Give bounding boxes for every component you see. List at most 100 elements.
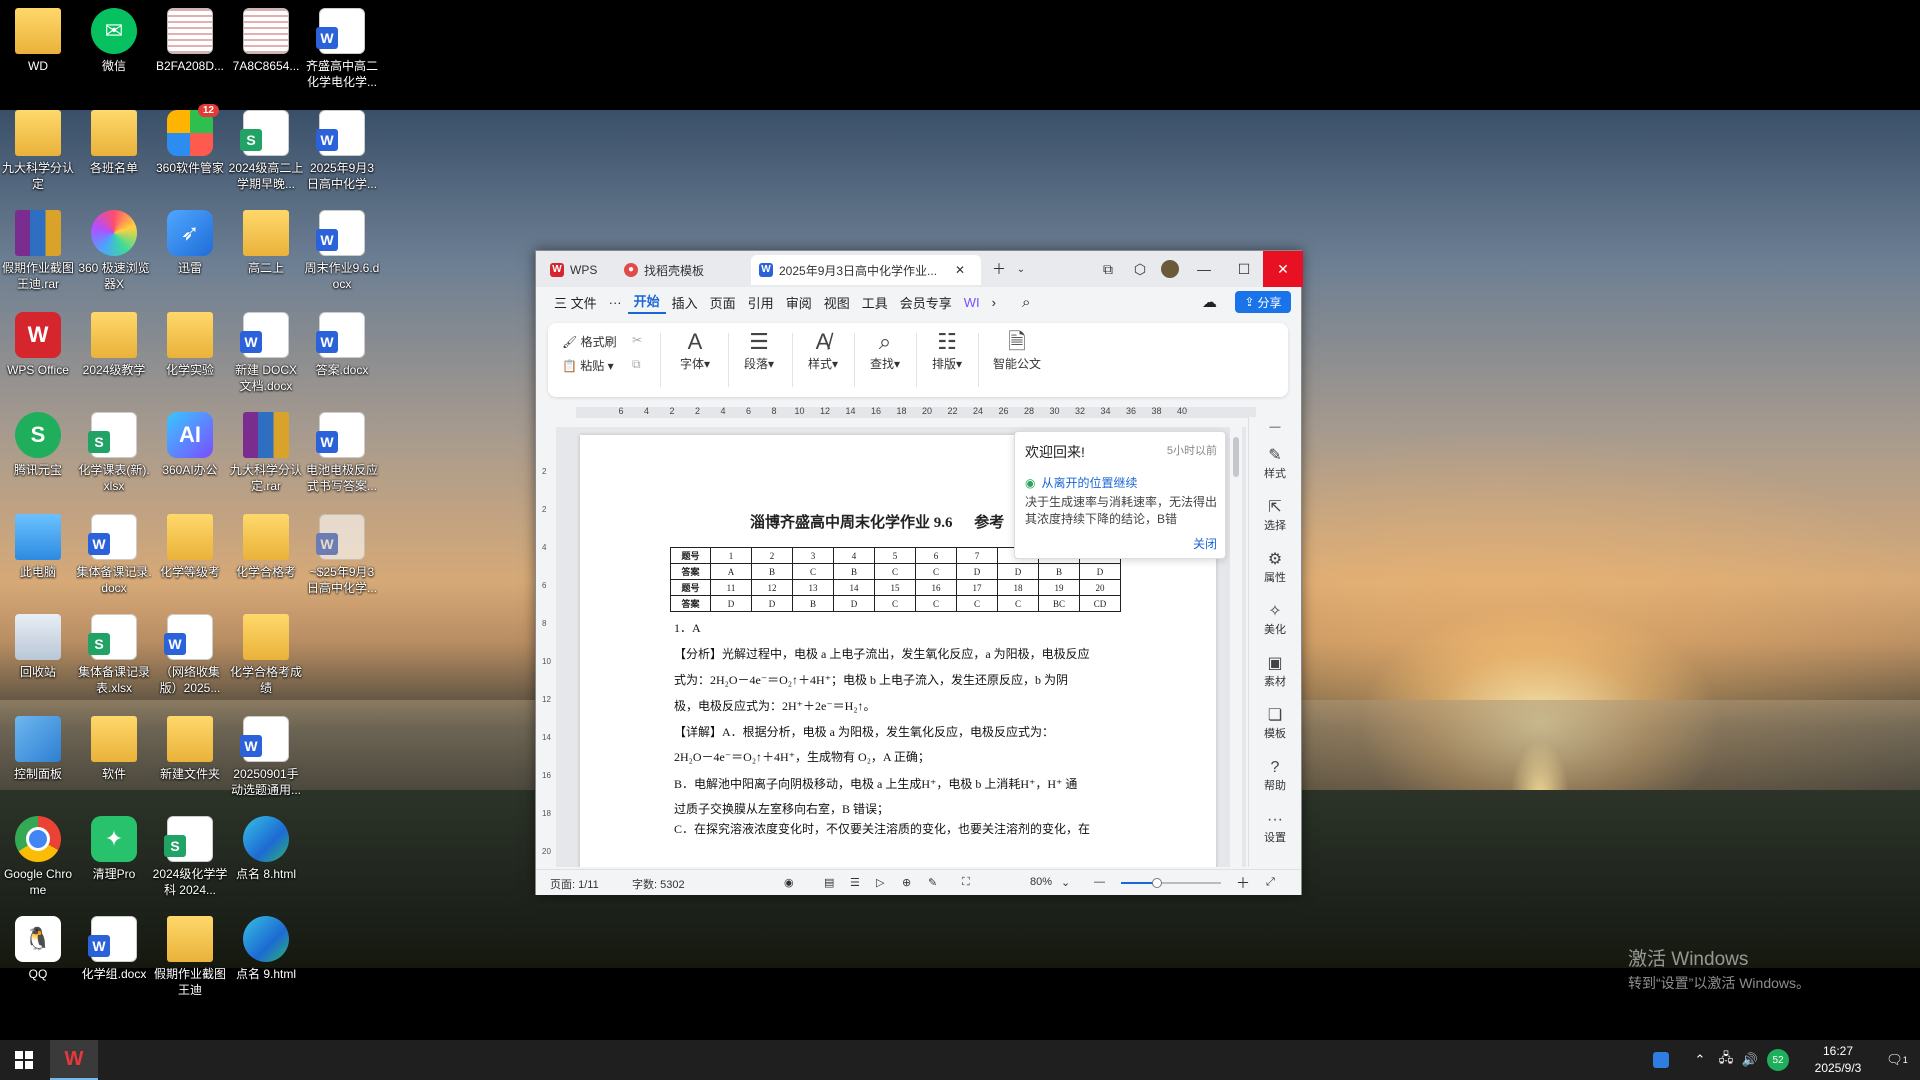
panel-beautify[interactable]: ✧ 美化	[1249, 603, 1301, 637]
desktop-icon-image[interactable]: B2FA208D...	[152, 8, 228, 74]
tab-docer-templates[interactable]: ● 找稻壳模板	[616, 255, 746, 285]
style-button[interactable]: A̸ 样式▾	[798, 329, 848, 372]
desktop-icon-docx[interactable]: 新建 DOCX 文档.docx	[228, 312, 304, 394]
desktop-icon-docx[interactable]: 齐盛高中高二化学电化学...	[304, 8, 380, 90]
desktop-icon-rar[interactable]: 假期作业截图王迪.rar	[0, 210, 76, 292]
desktop-icon-360ai[interactable]: AI 360AI办公	[152, 412, 228, 478]
popup-close-button[interactable]: 关闭	[1193, 535, 1217, 552]
fit-page-button[interactable]: ⛶	[962, 876, 970, 889]
resume-position-link[interactable]: ◉ 从离开的位置继续	[1025, 474, 1138, 491]
outline-view-button[interactable]: ☰	[850, 876, 860, 889]
web-view-button[interactable]: ⊕	[902, 876, 911, 889]
panel-style[interactable]: ✎ 样式	[1249, 447, 1301, 481]
horizontal-ruler[interactable]: 6 4 2 2 4 6 8 10 12 14 16 18 20 22 24 26 28 30 32 34 36 38 40	[576, 404, 1256, 420]
desktop-icon-rar[interactable]: 九大科学分认定.rar	[228, 412, 304, 494]
desktop-icon-recycle-bin[interactable]: 回收站	[0, 614, 76, 680]
menu-tools[interactable]: 工具	[856, 293, 894, 312]
desktop-icon-folder[interactable]: 化学实验	[152, 312, 228, 378]
desktop-icon-control-panel[interactable]: 控制面板	[0, 716, 76, 782]
collapse-panel-button[interactable]: —	[1249, 421, 1301, 433]
desktop-icon-edge-html[interactable]: 点名 9.html	[228, 916, 304, 982]
play-button[interactable]: ▷	[876, 876, 884, 889]
tab-document[interactable]: W 2025年9月3日高中化学作业... ✕	[751, 255, 981, 285]
page-view-button[interactable]: ▤	[824, 876, 834, 889]
paste-button[interactable]: 📋 粘贴 ▾	[562, 357, 614, 374]
menu-references[interactable]: 引用	[742, 293, 780, 312]
vertical-ruler[interactable]: 2 2 4 6 8 10 12 14 16 18 20	[540, 427, 554, 867]
menu-scroll-right[interactable]: ›	[986, 295, 1002, 310]
find-button[interactable]: ⌕ 查找▾	[860, 329, 910, 372]
zoom-level[interactable]: 80%	[1030, 876, 1052, 888]
desktop-icon-folder[interactable]: 假期作业截图王迪	[152, 916, 228, 998]
panel-help[interactable]: ? 帮助	[1249, 759, 1301, 793]
desktop-icon-docx[interactable]: 集体备课记录.docx	[76, 514, 152, 596]
desktop-icon-xlsx[interactable]: 集体备课记录表.xlsx	[76, 614, 152, 696]
format-painter-button[interactable]: 🖌 格式刷	[562, 333, 617, 350]
desktop-icon-docx-temp[interactable]: ~$25年9月3日高中化学...	[304, 514, 380, 596]
desktop-icon-docx[interactable]: 20250901手动选题通用...	[228, 716, 304, 798]
desktop-icon-wechat[interactable]: ✉ 微信	[76, 8, 152, 74]
scrollbar-thumb[interactable]	[1233, 437, 1239, 477]
panel-materials[interactable]: ▣ 素材	[1249, 655, 1301, 689]
desktop-icon-qq[interactable]: 🐧 QQ	[0, 916, 76, 982]
copy-button[interactable]: ⧉	[632, 357, 641, 372]
desktop-icon-folder[interactable]: 新建文件夹	[152, 716, 228, 782]
desktop-icon-image[interactable]: 7A8C8654...	[228, 8, 304, 74]
desktop-icon-docx[interactable]: 电池电极反应式书写答案...	[304, 412, 380, 494]
desktop-icon-folder[interactable]: 软件	[76, 716, 152, 782]
tray-app-icon[interactable]	[1648, 1040, 1674, 1080]
menu-home[interactable]: 开始	[627, 291, 666, 314]
desktop-icon-docx[interactable]: 2025年9月3日高中化学...	[304, 110, 380, 192]
desktop-icon-docx[interactable]: （网络收集版）2025...	[152, 614, 228, 696]
desktop-icon-docx[interactable]: 周末作业9.6.docx	[304, 210, 380, 292]
tab-list-button[interactable]: ⌄	[1011, 251, 1031, 287]
panel-settings[interactable]: ··· 设置	[1249, 811, 1301, 845]
desktop-icon-this-pc[interactable]: 此电脑	[0, 514, 76, 580]
share-button[interactable]: ⇪ 分享	[1235, 291, 1291, 313]
fullscreen-button[interactable]: ⤢	[1266, 876, 1275, 889]
desktop-icon-folder[interactable]: 化学合格考	[228, 514, 304, 580]
panel-select[interactable]: ⇱ 选择	[1249, 499, 1301, 533]
notification-center-button[interactable]: 🗨 1	[1880, 1040, 1914, 1080]
desktop-icon-folder[interactable]: 九大科学分认定	[0, 110, 76, 192]
show-hidden-icons-button[interactable]: ⌃	[1688, 1040, 1712, 1080]
menu-insert[interactable]: 插入	[666, 293, 704, 312]
eye-protect-button[interactable]: ◉	[784, 876, 794, 889]
panel-templates[interactable]: ❏ 模板	[1249, 707, 1301, 741]
system-clock[interactable]: 16:27 2025/9/3	[1800, 1043, 1876, 1077]
desktop-icon-docx[interactable]: 化学组.docx	[76, 916, 152, 982]
new-tab-button[interactable]: ＋	[984, 251, 1014, 287]
taskbar-wps-app[interactable]: W	[50, 1040, 98, 1080]
zoom-slider-knob[interactable]	[1152, 878, 1162, 888]
word-count[interactable]: 字数: 5302	[632, 876, 685, 892]
menu-member[interactable]: 会员专享	[894, 293, 958, 312]
cut-button[interactable]: ✂	[632, 333, 642, 347]
menu-view[interactable]: 视图	[818, 293, 856, 312]
layout-button[interactable]: ☷ 排版▾	[922, 329, 972, 372]
desktop-icon-360-manager[interactable]: 12 360软件管家	[152, 104, 228, 176]
volume-button[interactable]: 🔊	[1738, 1040, 1762, 1080]
desktop-icon-docx[interactable]: 答案.docx	[304, 312, 380, 378]
maximize-button[interactable]: ☐	[1224, 251, 1264, 287]
search-button[interactable]: ⌕	[1016, 294, 1036, 311]
menu-file[interactable]: 三 文件	[548, 293, 603, 312]
close-window-button[interactable]: ✕	[1263, 251, 1303, 287]
desktop-icon-xunlei[interactable]: ➶ 迅雷	[152, 210, 228, 276]
desktop-icon-folder[interactable]: 2024级教学	[76, 312, 152, 378]
desktop-icon-xlsx[interactable]: 2024级高二上学期早晚...	[228, 110, 304, 192]
desktop-icon-xlsx[interactable]: 化学课表(新).xlsx	[76, 412, 152, 494]
cloud-sync-button[interactable]: ☁	[1196, 293, 1223, 311]
network-button[interactable]: 🖧	[1714, 1040, 1738, 1080]
font-button[interactable]: A 字体▾	[670, 329, 720, 372]
panel-properties[interactable]: ⚙ 属性	[1249, 551, 1301, 585]
desktop-icon-chrome[interactable]: Google Chrome	[0, 816, 76, 898]
desktop-icon-folder[interactable]: 化学合格考成绩	[228, 614, 304, 696]
minimize-button[interactable]: —	[1184, 251, 1224, 287]
desktop-icon-folder[interactable]: 高二上	[228, 210, 304, 276]
desktop-icon-folder[interactable]: 各班名单	[76, 110, 152, 176]
desktop-icon-clean-pro[interactable]: ✦ 清理Pro	[76, 816, 152, 882]
desktop-icon-yuanbao[interactable]: S 腾讯元宝	[0, 412, 76, 478]
page-indicator[interactable]: 页面: 1/11	[550, 876, 599, 892]
desktop-icon-wps[interactable]: W WPS Office	[0, 312, 76, 378]
paragraph-button[interactable]: ☰ 段落▾	[734, 329, 784, 372]
